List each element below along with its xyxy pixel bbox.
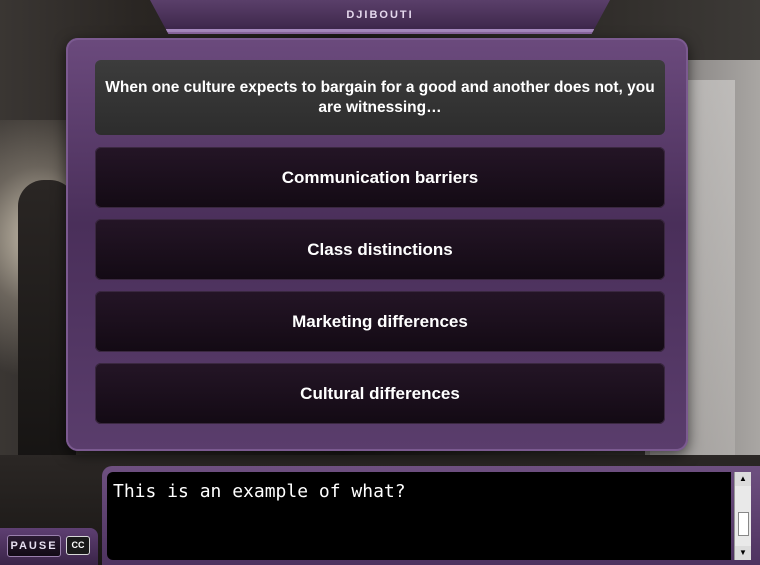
caption-box: This is an example of what? (107, 472, 731, 560)
location-title: DJIBOUTI (346, 9, 414, 21)
answer-option-4[interactable]: Cultural differences (95, 363, 665, 424)
pause-button[interactable]: PAUSE (7, 535, 61, 557)
quiz-panel: When one culture expects to bargain for … (66, 38, 688, 451)
scroll-thumb[interactable] (738, 512, 749, 536)
triangle-up-icon[interactable]: ▲ (735, 472, 751, 486)
answer-option-2[interactable]: Class distinctions (95, 219, 665, 280)
answer-option-3[interactable]: Marketing differences (95, 291, 665, 352)
caption-text: This is an example of what? (113, 481, 406, 502)
location-title-tab: DJIBOUTI (150, 0, 610, 34)
triangle-down-icon[interactable]: ▼ (735, 546, 751, 560)
answer-option-1[interactable]: Communication barriers (95, 147, 665, 208)
cc-icon[interactable]: CC (66, 536, 90, 555)
caption-scrollbar[interactable]: ▲ ▼ (734, 472, 751, 560)
question-text: When one culture expects to bargain for … (95, 60, 665, 135)
